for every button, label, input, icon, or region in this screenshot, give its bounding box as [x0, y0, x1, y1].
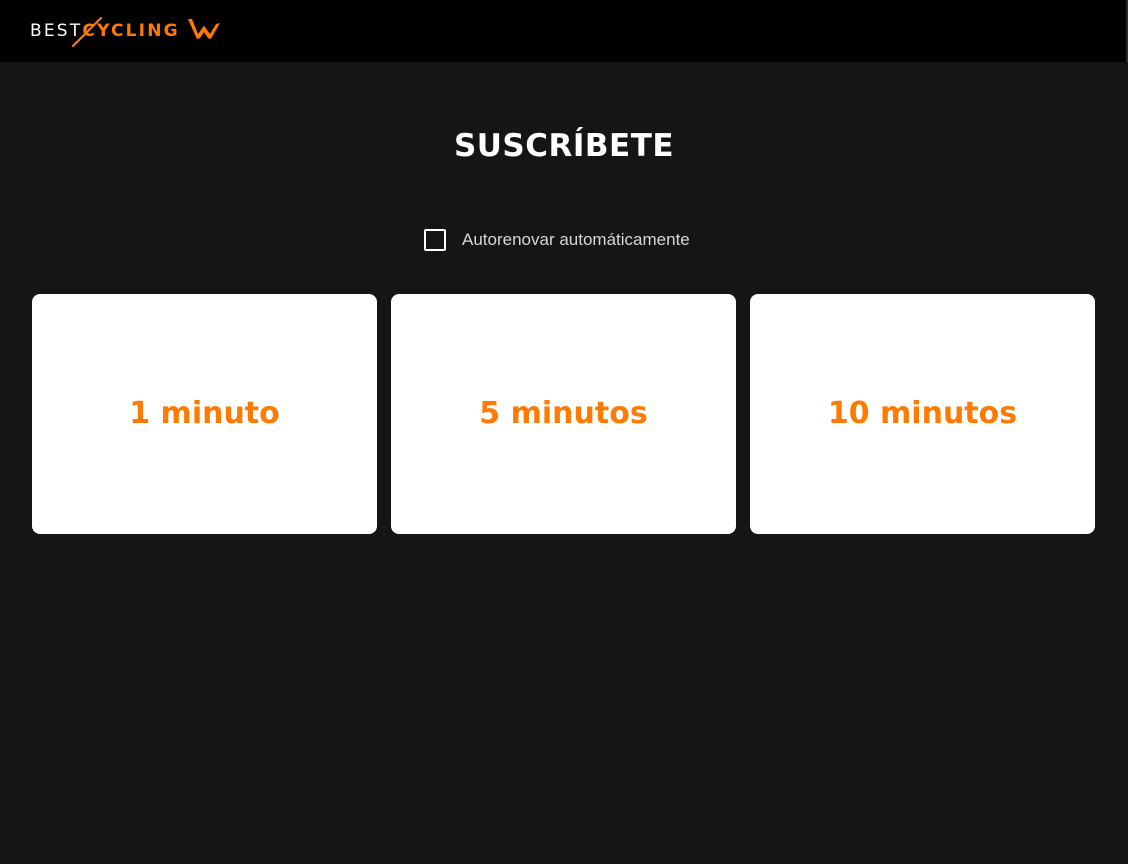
plan-card-1-minute[interactable]: 1 minuto [32, 294, 377, 534]
plan-label: 10 minutos [827, 396, 1018, 431]
page-title: SUSCRÍBETE [453, 128, 675, 164]
logo-wordmark: BESTCYCLING [30, 14, 180, 48]
auto-renew-label: Autorenovar automáticamente [462, 230, 690, 249]
bestcycling-logo[interactable]: BESTCYCLING [30, 14, 222, 48]
plan-card-5-minutes[interactable]: 5 minutos [391, 294, 736, 534]
plan-label: 1 minuto [129, 396, 280, 431]
plan-card-10-minutes[interactable]: 10 minutos [750, 294, 1095, 534]
bestcycling-wings-icon [187, 19, 220, 39]
plan-label: 5 minutos [479, 396, 648, 431]
logo-slash-icon [71, 16, 103, 48]
auto-renew-checkbox[interactable] [424, 229, 446, 251]
auto-renew-toggle[interactable]: Autorenovar automáticamente [424, 228, 690, 252]
plan-options: 1 minuto 5 minutos 10 minutos [32, 294, 1095, 534]
top-bar: BESTCYCLING [0, 0, 1128, 62]
